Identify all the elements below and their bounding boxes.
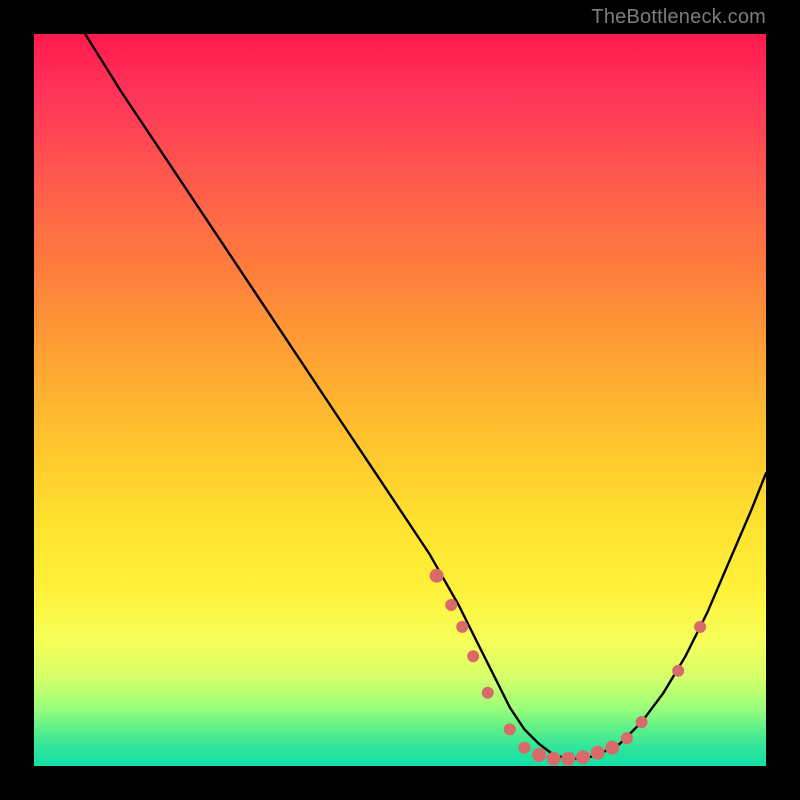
watermark-text: TheBottleneck.com <box>591 6 766 29</box>
highlight-dot <box>467 650 479 662</box>
highlight-dot <box>482 687 494 699</box>
highlight-dot <box>532 748 546 762</box>
chart-frame: TheBottleneck.com <box>0 0 800 800</box>
highlight-dot <box>561 752 575 766</box>
highlight-dot <box>445 599 457 611</box>
highlight-dot <box>547 752 561 766</box>
highlight-dot <box>591 746 605 760</box>
highlight-dot <box>518 742 530 754</box>
highlight-dot <box>456 621 468 633</box>
bottleneck-curve <box>85 34 766 759</box>
highlight-dot <box>430 569 444 583</box>
highlight-dot <box>605 741 619 755</box>
plot-area <box>34 34 766 766</box>
highlight-dot <box>621 732 633 744</box>
highlight-dot <box>576 750 590 764</box>
highlight-dot <box>672 665 684 677</box>
highlight-dot <box>636 716 648 728</box>
highlight-dots-group <box>430 569 706 766</box>
highlight-dot <box>504 723 516 735</box>
curve-svg <box>34 34 766 766</box>
highlight-dot <box>694 621 706 633</box>
